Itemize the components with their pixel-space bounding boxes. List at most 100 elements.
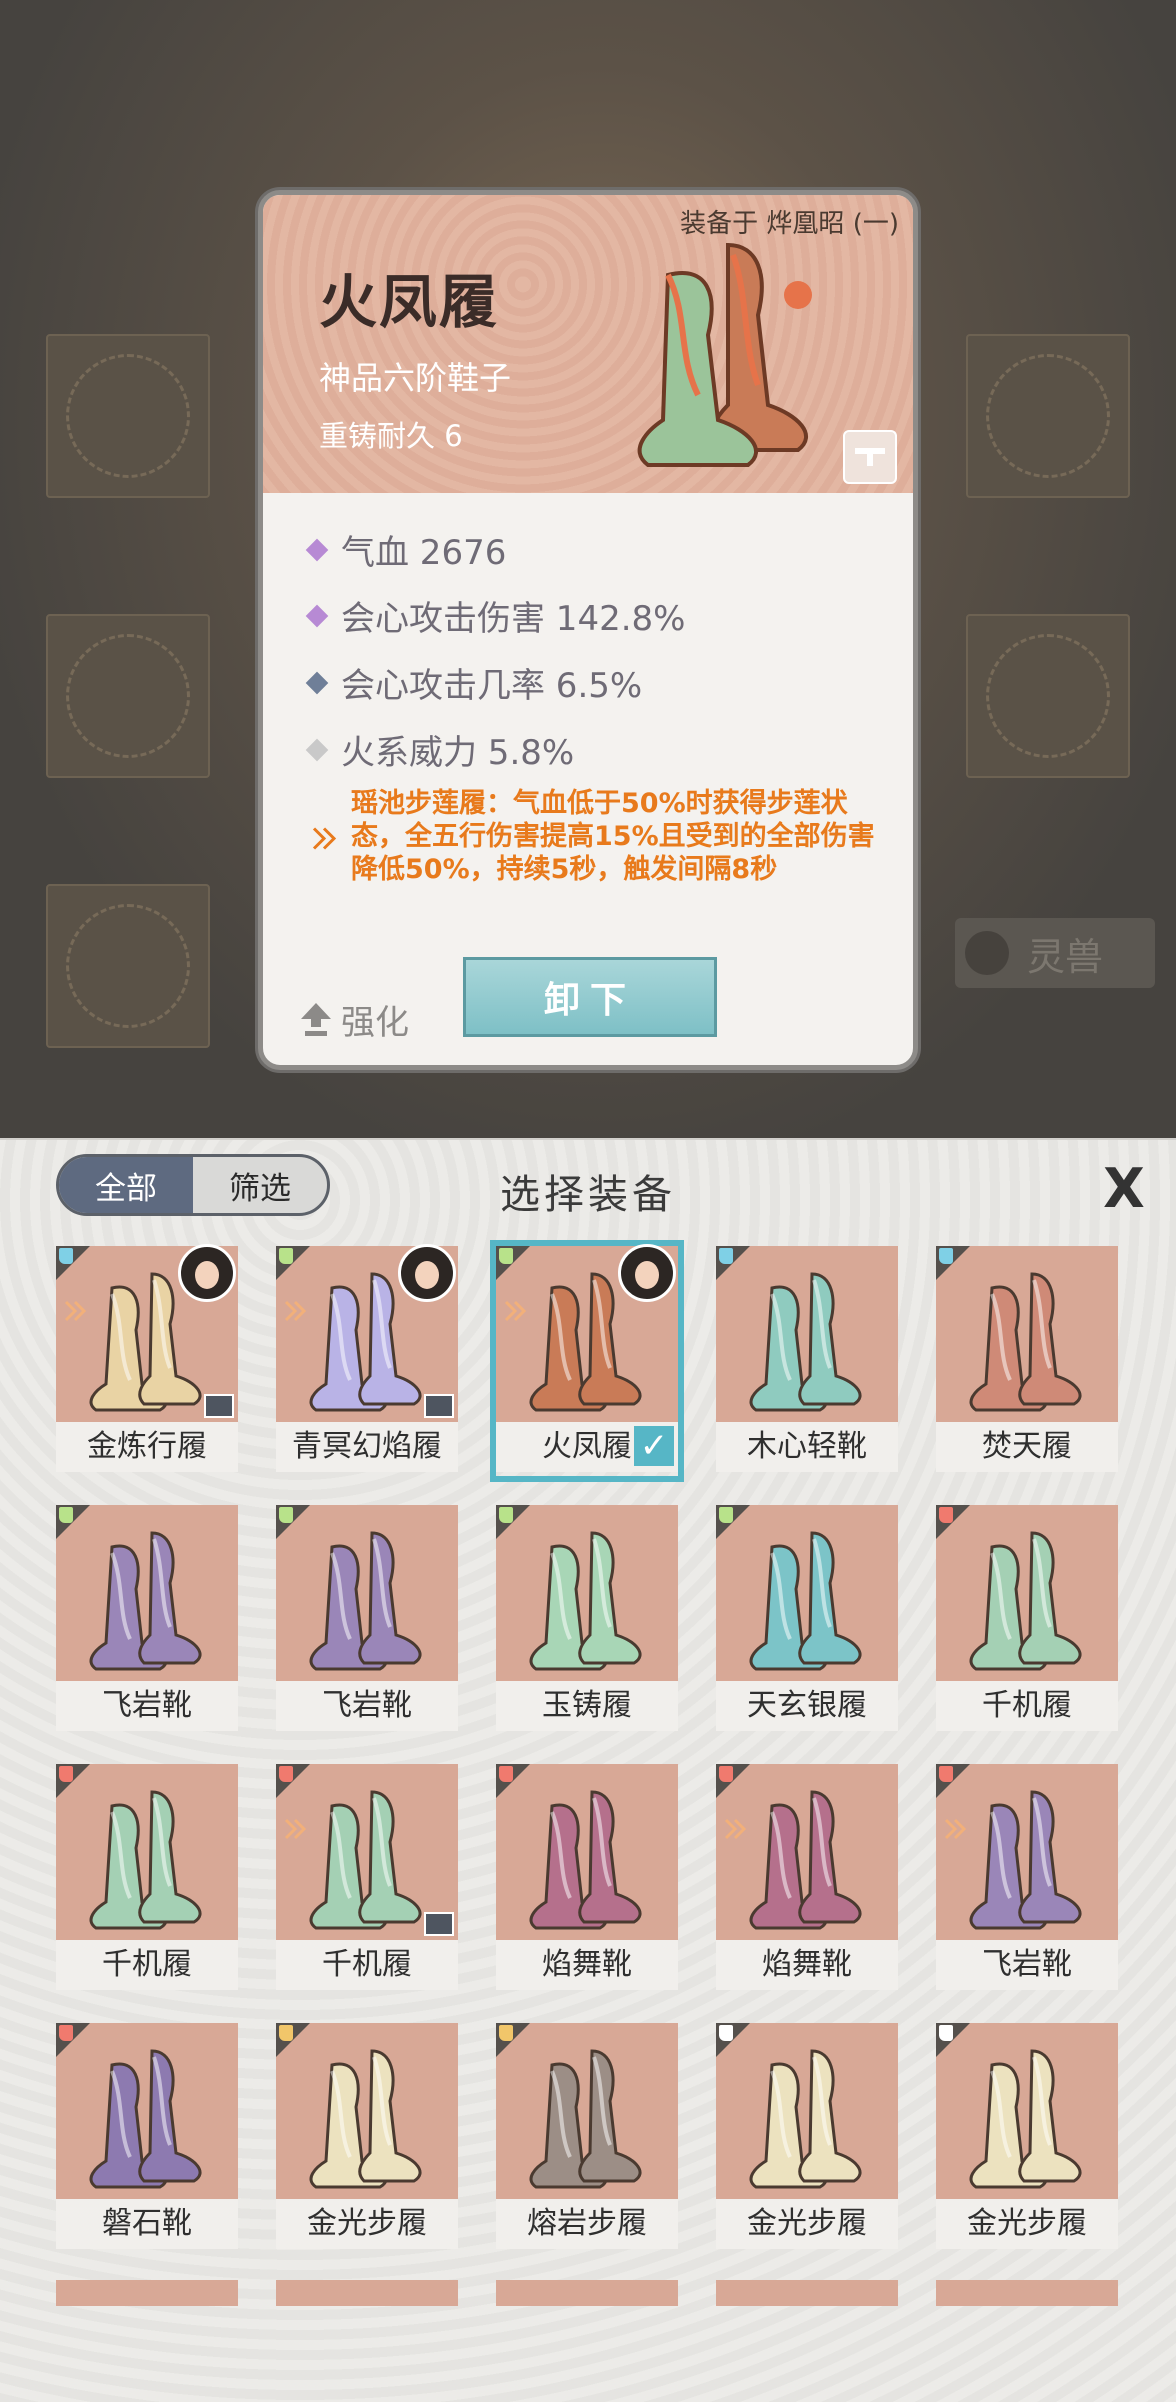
tier-boot-icon: [279, 2025, 293, 2041]
equipment-item-name: 千机履: [936, 1681, 1118, 1731]
upgrade-label: 强化: [341, 1003, 409, 1043]
boots-icon: [89, 1790, 202, 1930]
tier-boot-icon: [939, 2025, 953, 2041]
list-item[interactable]: [496, 2280, 678, 2306]
equipment-item[interactable]: 金光步履: [936, 2023, 1118, 2253]
lock-tag-icon: [424, 1394, 454, 1418]
equipment-item[interactable]: 磐石靴: [56, 2023, 238, 2253]
equipment-item-name: 千机履: [56, 1940, 238, 1990]
tier-boot-icon: [499, 1766, 513, 1782]
equipment-item[interactable]: 千机履: [56, 1764, 238, 1994]
equipment-item[interactable]: 金光步履: [276, 2023, 458, 2253]
list-item[interactable]: [56, 2280, 238, 2306]
boots-icon: [529, 1531, 642, 1671]
boots-icon: [529, 1790, 642, 1930]
equipment-item-image: [56, 1764, 238, 1940]
equipment-item[interactable]: 天玄银履: [716, 1505, 898, 1735]
boots-icon: [309, 1531, 422, 1671]
equipment-item[interactable]: 焚天履: [936, 1246, 1118, 1476]
accessory-slot[interactable]: [966, 334, 1130, 498]
selected-check-icon: ✓: [634, 1426, 674, 1466]
list-item[interactable]: [276, 2280, 458, 2306]
equipment-item-name: 金光步履: [936, 2199, 1118, 2249]
stat-row: 气血 2676: [305, 525, 506, 574]
stat-diamond-icon: [305, 738, 329, 761]
tier-boot-icon: [59, 1248, 73, 1264]
equipment-item-name: 焰舞靴: [496, 1940, 678, 1990]
tier-boot-icon: [499, 2025, 513, 2041]
equipment-item[interactable]: 熔岩步履: [496, 2023, 678, 2253]
close-button[interactable]: X: [1096, 1157, 1152, 1220]
equipment-item-name: 金光步履: [276, 2199, 458, 2249]
tier-boot-icon: [499, 1507, 513, 1523]
equipment-item[interactable]: 千机履: [276, 1764, 458, 1994]
upgrade-arrow-icon: [301, 1002, 331, 1036]
boots-slot[interactable]: [46, 884, 210, 1048]
boots-icon: [749, 1531, 862, 1671]
bound-effect-icon: [284, 1818, 307, 1840]
tier-boot-icon: [719, 1507, 733, 1523]
equipment-item-image: [56, 1505, 238, 1681]
equipment-item-name: 木心轻靴: [716, 1422, 898, 1472]
equipment-item-image: [276, 1505, 458, 1681]
helmet-slot[interactable]: [46, 614, 210, 778]
drum-slot[interactable]: [966, 614, 1130, 778]
equipment-item[interactable]: 青冥幻焰履: [276, 1244, 458, 1476]
lock-tag-icon: [424, 1912, 454, 1936]
boots-icon: [529, 2049, 642, 2189]
bound-effect-icon: [944, 1818, 967, 1840]
equipment-item[interactable]: 飞岩靴: [56, 1505, 238, 1735]
bound-effect-icon: [284, 1300, 307, 1322]
equipment-item-image: [936, 2023, 1118, 2199]
equipment-item[interactable]: 焰舞靴: [496, 1764, 678, 1994]
equipment-item-name: 金炼行履: [56, 1422, 238, 1472]
unequip-button[interactable]: 卸下: [463, 957, 717, 1037]
weapon-slot[interactable]: [46, 334, 210, 498]
list-item[interactable]: [936, 2280, 1118, 2306]
equipment-item[interactable]: 飞岩靴: [276, 1505, 458, 1735]
equipment-item-image: [716, 1764, 898, 1940]
equipment-item-image: [56, 2023, 238, 2199]
boots-icon: [309, 2049, 422, 2189]
list-item[interactable]: [716, 2280, 898, 2306]
tier-boot-icon: [939, 1507, 953, 1523]
equipment-item[interactable]: 玉铸履: [496, 1505, 678, 1735]
equipped-character-avatar: [178, 1244, 236, 1302]
spirit-beast-label: 灵兽: [1027, 934, 1104, 979]
boots-icon: [969, 1790, 1082, 1930]
equipment-item-image: [276, 2023, 458, 2199]
equipment-item[interactable]: 木心轻靴: [716, 1246, 898, 1476]
equipment-item-image: [276, 1764, 458, 1940]
item-durability: 重铸耐久 6: [319, 419, 463, 453]
stat-diamond-icon: [305, 671, 329, 694]
equipment-item-name: 熔岩步履: [496, 2199, 678, 2249]
stat-diamond-icon: [305, 604, 329, 627]
special-effect: 瑶池步莲履：气血低于50%时获得步莲状态，全五行伤害提高15%且受到的全部伤害降…: [309, 787, 889, 886]
equipment-item[interactable]: 飞岩靴: [936, 1764, 1118, 1994]
equipment-item-image: [716, 1505, 898, 1681]
bound-effect-icon: [724, 1818, 747, 1840]
lock-icon[interactable]: [843, 430, 897, 484]
upgrade-button[interactable]: 强化: [299, 995, 409, 1044]
equipment-item-image: [936, 1246, 1118, 1422]
equipment-item-name: 焚天履: [936, 1422, 1118, 1472]
boots-icon: [749, 1790, 862, 1930]
equipment-item[interactable]: 火凤履 ✓: [490, 1240, 684, 1482]
stat-row: 火系威力 5.8%: [305, 725, 574, 774]
lock-tag-icon: [204, 1394, 234, 1418]
equipped-character-avatar: [398, 1244, 456, 1302]
tier-boot-icon: [59, 1507, 73, 1523]
equipment-item[interactable]: 金光步履: [716, 2023, 898, 2253]
equipment-item[interactable]: 千机履: [936, 1505, 1118, 1735]
spirit-beast-button[interactable]: 灵兽: [955, 918, 1155, 988]
equipment-item-name: 飞岩靴: [276, 1681, 458, 1731]
equipment-item-image: [496, 1505, 678, 1681]
equipment-item-name: 飞岩靴: [936, 1940, 1118, 1990]
equipment-item[interactable]: 金炼行履: [56, 1244, 238, 1476]
equipment-item-name: 金光步履: [716, 2199, 898, 2249]
equipment-item-name: 天玄银履: [716, 1681, 898, 1731]
item-detail-card: 装备于 烨凰昭 (一) 火凤履 神品六阶鞋子 重铸耐久 6 气血 2676 会心…: [258, 190, 918, 1070]
tier-boot-icon: [279, 1507, 293, 1523]
tier-boot-icon: [719, 2025, 733, 2041]
equipment-item[interactable]: 焰舞靴: [716, 1764, 898, 1994]
